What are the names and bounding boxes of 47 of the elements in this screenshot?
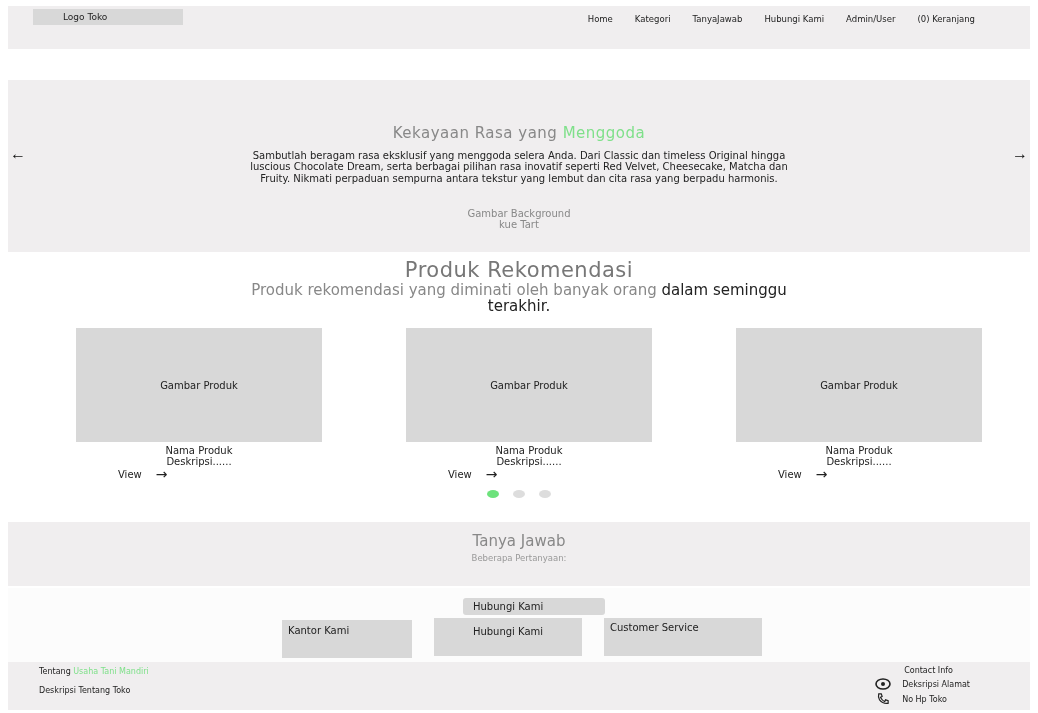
- image-note: kue Tart: [499, 219, 539, 231]
- arrow-icon: →: [155, 469, 168, 480]
- section-title: Tanya Jawab: [472, 532, 566, 550]
- footer-description: Deskripsi Tentang Toko: [39, 686, 132, 695]
- address-text: Deksripsi Alamat: [902, 679, 970, 689]
- product-name: Nama Produk: [495, 445, 563, 456]
- carousel-dot[interactable]: [487, 490, 499, 498]
- carousel-dot[interactable]: [539, 490, 551, 498]
- brand-name: Usaha Tani Mandiri: [73, 667, 149, 676]
- footer-about-label: Tentang: [39, 667, 71, 676]
- image-label: Gambar Produk: [160, 379, 238, 391]
- view-link[interactable]: View: [778, 469, 802, 480]
- arrow-icon: →: [815, 469, 828, 480]
- nav-link[interactable]: TanyaJawab: [692, 14, 743, 24]
- product-description: Deskripsi......: [496, 456, 562, 467]
- contact-card[interactable]: Customer Service: [604, 618, 762, 656]
- nav-link[interactable]: (0) Keranjang: [917, 14, 975, 24]
- hero-description: Sambutlah beragam rasa eksklusif yang menggoda selera Anda. Dari Classic dan timeless Original hingga luscious Chocolate Dream, serta berbagai pilihan rasa inovatif seperti Red Velvet, Cheesecake, Matcha dan Fruity. Nikmati perpaduan sempurna antara tekstur yang lembut dan cita rasa yang berpadu harmonis.: [249, 149, 789, 185]
- image-note: Gambar Background: [467, 208, 571, 220]
- contact-info-title: Contact Info: [903, 666, 954, 675]
- next-slide-button[interactable]: →: [1010, 144, 1030, 163]
- hero-title-highlight: Menggoda: [562, 123, 646, 142]
- arrow-icon: →: [485, 469, 498, 480]
- view-link[interactable]: View: [448, 469, 472, 480]
- phone-text: No Hp Toko: [902, 694, 947, 704]
- location-icon: [874, 678, 893, 690]
- nav-link[interactable]: Home: [587, 14, 613, 24]
- contact-card[interactable]: Hubungi Kami: [434, 618, 582, 656]
- section-title: Produk Rekomendasi: [404, 258, 634, 282]
- nav-link[interactable]: Kategori: [634, 14, 671, 24]
- image-label: Gambar Produk: [490, 379, 568, 391]
- nav-link[interactable]: Hubungi Kami: [764, 14, 825, 24]
- contact-heading: Hubungi Kami: [463, 598, 605, 615]
- image-label: Gambar Produk: [820, 379, 898, 391]
- product-description: Deskripsi......: [826, 456, 892, 467]
- section-subtitle: Produk rekomendasi yang diminati oleh banyak orang dalam seminggu terakhir.: [250, 282, 788, 314]
- product-description: Deskripsi......: [166, 456, 232, 467]
- view-link[interactable]: View: [118, 469, 142, 480]
- carousel-dot[interactable]: [513, 490, 525, 498]
- product-name: Nama Produk: [165, 445, 233, 456]
- product-name: Nama Produk: [825, 445, 893, 456]
- contact-card[interactable]: Kantor Kami: [282, 620, 412, 658]
- hero-title: Kekayaan Rasa yang: [392, 123, 558, 142]
- section-subtitle: Beberapa Pertanyaan:: [471, 553, 567, 563]
- previous-slide-button[interactable]: ←: [8, 144, 28, 163]
- nav-link[interactable]: Admin/User: [846, 14, 896, 24]
- logo-placeholder[interactable]: Logo Toko: [33, 9, 183, 25]
